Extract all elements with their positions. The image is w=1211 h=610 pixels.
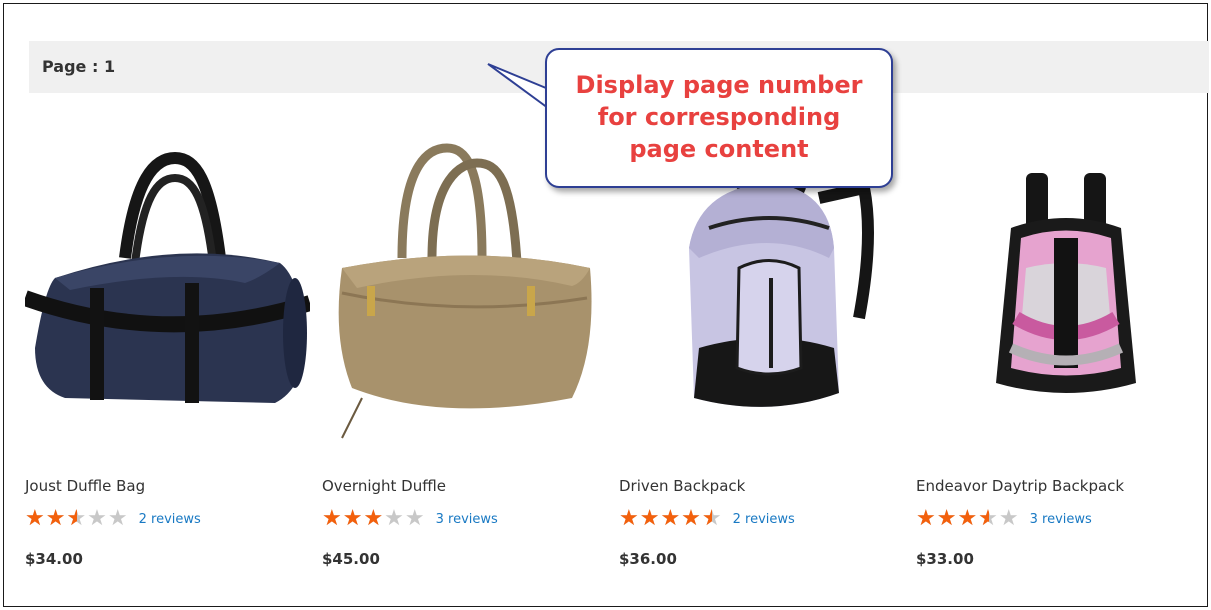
annotation-callout: Display page number for corresponding pa… bbox=[545, 48, 893, 188]
rating-row: ★★★★★★★★★★ 3 reviews bbox=[322, 507, 498, 531]
rating-stars: ★★★★★★★★★★ bbox=[25, 506, 129, 531]
rating-stars: ★★★★★★★★★★ bbox=[322, 506, 426, 531]
rating-row: ★★★★★★★★★★ 2 reviews bbox=[619, 507, 795, 531]
pink-backpack-illustration bbox=[916, 118, 1201, 458]
pink-backpack-image[interactable] bbox=[916, 118, 1201, 458]
rating-row: ★★★★★★★★★★ 3 reviews bbox=[916, 507, 1092, 531]
rating-stars-fill: ★★★★★ bbox=[619, 508, 712, 530]
product-item: Endeavor Daytrip Backpack ★★★★★★★★★★ 3 r… bbox=[916, 118, 1201, 578]
product-name-link[interactable]: Overnight Duffle bbox=[322, 477, 446, 495]
product-name-link[interactable]: Endeavor Daytrip Backpack bbox=[916, 477, 1124, 495]
rating-stars: ★★★★★★★★★★ bbox=[619, 506, 723, 531]
navy-duffle-bag-illustration bbox=[25, 118, 310, 458]
product-name-link[interactable]: Joust Duffle Bag bbox=[25, 477, 145, 495]
product-item: Joust Duffle Bag ★★★★★★★★★★ 2 reviews $3… bbox=[25, 118, 310, 578]
rating-stars-fill: ★★★★★ bbox=[916, 508, 989, 530]
product-price: $36.00 bbox=[619, 550, 677, 568]
product-grid: Joust Duffle Bag ★★★★★★★★★★ 2 reviews $3… bbox=[25, 118, 1205, 588]
navy-duffle-bag-image[interactable] bbox=[25, 118, 310, 458]
callout-text: Display page number for corresponding pa… bbox=[575, 71, 863, 163]
product-price: $33.00 bbox=[916, 550, 974, 568]
product-price: $45.00 bbox=[322, 550, 380, 568]
page-number-label: Page : 1 bbox=[42, 57, 116, 76]
reviews-link[interactable]: 2 reviews bbox=[139, 512, 201, 527]
reviews-link[interactable]: 3 reviews bbox=[1030, 512, 1092, 527]
reviews-link[interactable]: 2 reviews bbox=[733, 512, 795, 527]
product-price: $34.00 bbox=[25, 550, 83, 568]
product-name-link[interactable]: Driven Backpack bbox=[619, 477, 745, 495]
rating-stars-fill: ★★★★★ bbox=[322, 508, 385, 530]
rating-row: ★★★★★★★★★★ 2 reviews bbox=[25, 507, 201, 531]
reviews-link[interactable]: 3 reviews bbox=[436, 512, 498, 527]
rating-stars: ★★★★★★★★★★ bbox=[916, 506, 1020, 531]
rating-stars-fill: ★★★★★ bbox=[25, 508, 77, 530]
